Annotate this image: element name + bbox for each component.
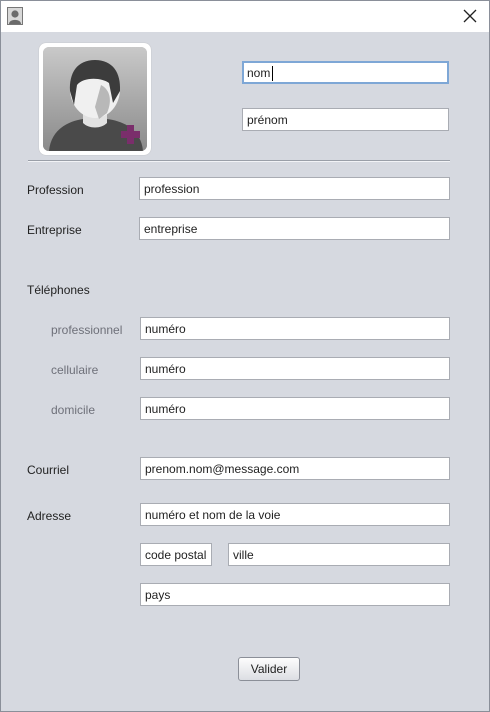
entreprise-label: Entreprise <box>27 223 82 237</box>
profession-input[interactable] <box>139 177 450 200</box>
phone-professionnel-label: professionnel <box>51 323 123 337</box>
add-contact-photo-icon <box>43 47 147 151</box>
pays-input[interactable] <box>140 583 450 606</box>
adresse-label: Adresse <box>27 509 72 523</box>
header-divider <box>28 160 450 162</box>
telephones-heading: Téléphones <box>27 283 90 297</box>
text-caret <box>272 66 273 81</box>
phone-cellulaire-label: cellulaire <box>51 363 99 377</box>
profession-label: Profession <box>27 183 84 197</box>
contact-form-window: Profession Entreprise Téléphones profess… <box>0 0 490 712</box>
user-avatar-icon <box>7 7 23 25</box>
valider-button[interactable]: Valider <box>238 657 300 681</box>
title-bar <box>1 1 489 32</box>
courriel-input[interactable] <box>140 457 450 480</box>
adresse-voie-input[interactable] <box>140 503 450 526</box>
code-postal-input[interactable] <box>140 543 212 566</box>
courriel-label: Courriel <box>27 463 70 477</box>
photo-button[interactable] <box>39 43 151 155</box>
entreprise-input[interactable] <box>139 217 450 240</box>
close-icon[interactable] <box>459 5 481 27</box>
ville-input[interactable] <box>228 543 450 566</box>
prenom-input[interactable] <box>242 108 449 131</box>
phone-professionnel-input[interactable] <box>140 317 450 340</box>
phone-domicile-label: domicile <box>51 403 96 417</box>
nom-input[interactable] <box>242 61 449 84</box>
phone-cellulaire-input[interactable] <box>140 357 450 380</box>
phone-domicile-input[interactable] <box>140 397 450 420</box>
